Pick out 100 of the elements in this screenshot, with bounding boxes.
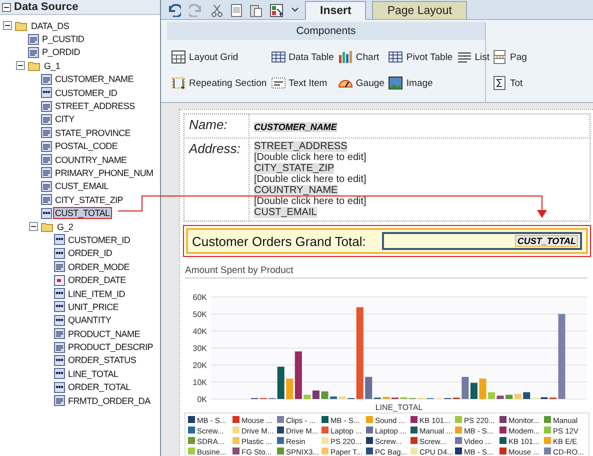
ribbon-tab[interactable]: Insert — [305, 1, 366, 20]
text-field-icon — [41, 127, 52, 138]
text-field-icon — [41, 140, 52, 152]
tree-item[interactable]: STATE_PROVINCE — [54, 128, 132, 138]
tree-item[interactable]: CITY_STATE_ZIP — [54, 194, 124, 205]
text-item-icon — [270, 76, 286, 90]
component-button[interactable]: Data Table — [270, 50, 334, 64]
number-field-icon — [54, 248, 65, 259]
tree-item[interactable]: ORDER_ID — [67, 248, 114, 258]
tree-item[interactable]: DATA_DS — [30, 20, 70, 31]
y-axis-label: 20K — [192, 361, 207, 370]
y-axis-label: 40K — [192, 327, 207, 336]
panel-title: Data Source — [14, 1, 78, 13]
paste-icon[interactable] — [250, 4, 262, 16]
tree-item[interactable]: ORDER_DATE — [67, 275, 127, 286]
field-placeholder[interactable]: CUST_EMAIL — [254, 207, 317, 218]
image-icon — [388, 76, 404, 90]
tree-item[interactable]: CUSTOMER_NAME — [54, 74, 134, 84]
component-button[interactable]: Layout Grid — [171, 50, 238, 64]
text-field-icon — [54, 328, 65, 340]
text-field-icon — [41, 167, 52, 178]
y-axis-label: 30K — [192, 344, 207, 353]
component-button[interactable]: Chart — [338, 50, 380, 64]
tree-item[interactable]: COUNTRY_NAME — [54, 154, 128, 165]
text-field-icon — [54, 395, 65, 406]
text-field-icon — [54, 261, 65, 272]
tree-item[interactable]: LINE_ITEM_ID — [67, 288, 126, 298]
number-field-icon — [41, 87, 52, 98]
text-field-icon — [28, 34, 39, 45]
tree-item[interactable]: CUST_TOTAL — [54, 208, 111, 218]
field-placeholder[interactable]: STREET_ADDRESS — [254, 141, 348, 152]
list-icon — [456, 50, 472, 64]
folder-icon — [41, 222, 54, 232]
y-axis-label: 50K — [192, 310, 207, 319]
component-button[interactable]: Pivot Table — [388, 50, 453, 64]
collapse-toggle[interactable] — [3, 21, 12, 30]
cut-icon[interactable] — [211, 4, 223, 16]
field-placeholder[interactable]: COUNTRY_NAME — [254, 185, 338, 196]
component-button[interactable]: List — [456, 50, 490, 64]
tree-item[interactable]: FRMTD_ORDER_DA — [67, 396, 152, 406]
field-placeholder[interactable]: CUSTOMER_NAME — [254, 122, 337, 132]
copy-icon[interactable] — [231, 4, 242, 16]
tree-item[interactable]: POSTAL_CODE — [54, 141, 119, 152]
text-field-icon — [41, 74, 52, 85]
calendar-icon — [54, 274, 65, 286]
number-field-icon — [54, 288, 65, 299]
tree-item[interactable]: G_1 — [43, 60, 62, 71]
tree-item[interactable]: PRODUCT_NAME — [67, 328, 141, 339]
total-field[interactable]: CUST_TOTAL — [382, 232, 582, 250]
number-field-icon — [54, 314, 65, 326]
address-label: Address: — [189, 141, 242, 156]
collapse-toggle[interactable] — [16, 61, 25, 70]
insert-field-icon[interactable] — [270, 4, 283, 16]
undo-icon[interactable] — [167, 4, 181, 16]
edit-hint[interactable]: [Double click here to edit] — [254, 152, 366, 163]
grid-icon — [171, 50, 186, 64]
component-button[interactable]: Tot — [492, 76, 523, 90]
text-field-icon — [41, 180, 52, 192]
number-field-icon — [54, 234, 65, 246]
tree-item[interactable]: CITY — [54, 114, 76, 124]
tree-item[interactable]: CUST_EMAIL — [54, 181, 110, 192]
tree-item[interactable]: PRIMARY_PHONE_NUM — [54, 168, 154, 178]
y-axis-label: 10K — [192, 378, 207, 387]
tree-item[interactable]: PRODUCT_DESCRIP — [67, 342, 154, 352]
text-field-icon — [41, 114, 52, 125]
component-button[interactable]: Pag — [492, 50, 527, 64]
collapse-toggle[interactable] — [2, 2, 11, 12]
tree-item[interactable]: ORDER_STATUS — [67, 355, 138, 366]
edit-hint[interactable]: [Double click here to edit] — [254, 174, 366, 185]
component-button[interactable]: Image — [388, 76, 433, 90]
tree-item[interactable]: STREET_ADDRESS — [54, 101, 136, 112]
chart-title: Amount Spent by Product — [185, 265, 294, 276]
tree-item[interactable]: LINE_TOTAL — [67, 368, 120, 379]
y-axis-label: 0K — [197, 395, 207, 404]
tree-item[interactable]: UNIT_PRICE — [67, 302, 120, 312]
ribbon-tab[interactable]: Page Layout — [372, 1, 467, 20]
tree-item[interactable]: G_2 — [56, 222, 74, 232]
component-button[interactable]: Repeating Section — [171, 76, 267, 90]
component-button[interactable]: Gauge — [338, 76, 384, 90]
caret-icon[interactable] — [291, 7, 299, 13]
tree-item[interactable]: ORDER_TOTAL — [67, 382, 132, 392]
table-icon — [388, 50, 404, 64]
tree-item[interactable]: ORDER_MODE — [67, 262, 131, 272]
tree-item[interactable]: CUSTOMER_ID — [67, 234, 132, 245]
tree-item[interactable]: CUSTOMER_ID — [54, 88, 118, 98]
tree-item[interactable]: QUANTITY — [67, 315, 112, 326]
component-button[interactable]: Text Item — [270, 76, 328, 90]
number-field-icon — [54, 368, 65, 380]
tree-item[interactable]: P_CUSTID — [41, 34, 86, 44]
folder-icon — [28, 60, 41, 71]
text-field-icon — [41, 194, 52, 206]
number-field-icon — [41, 208, 52, 219]
field-placeholder[interactable]: CITY_STATE_ZIP — [254, 163, 334, 174]
chart-bar — [479, 378, 486, 399]
page-break-icon — [492, 50, 507, 64]
text-field-icon — [28, 46, 39, 58]
tree-item[interactable]: P_ORDID — [41, 47, 81, 58]
edit-hint[interactable]: [Double click here to edit] — [254, 196, 366, 207]
number-field-icon — [54, 354, 65, 366]
collapse-toggle[interactable] — [29, 222, 38, 232]
